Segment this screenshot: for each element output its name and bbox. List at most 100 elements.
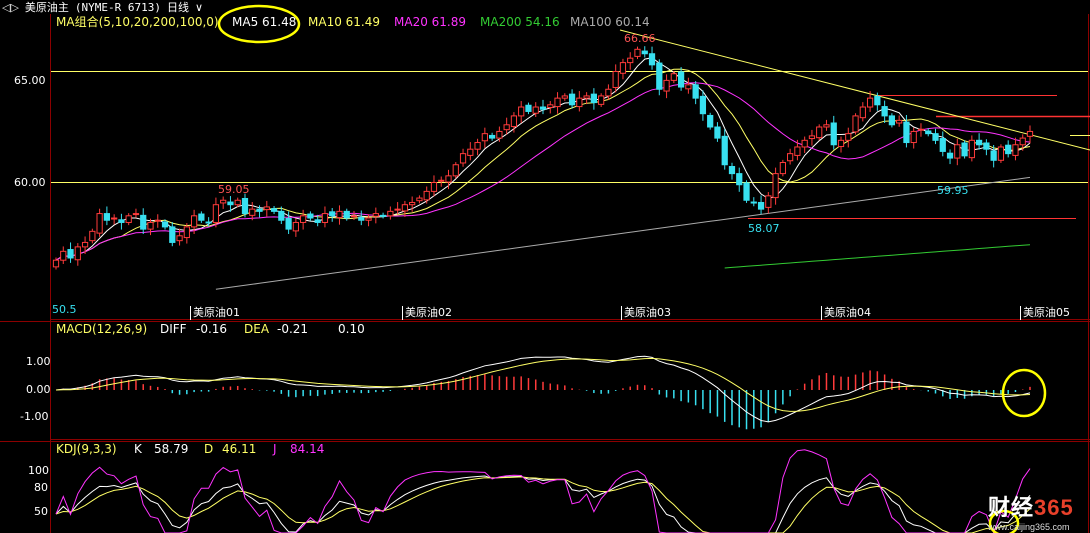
candle-body — [576, 97, 583, 108]
candle-body — [1026, 130, 1034, 137]
candle-body — [830, 122, 837, 146]
candle-body — [605, 88, 612, 97]
ma100-value: MA100 60.14 — [570, 15, 650, 29]
candle-body — [823, 124, 830, 128]
candle-body — [779, 162, 786, 175]
candle-body — [183, 226, 190, 239]
candle-body — [307, 213, 314, 219]
candle-body — [169, 226, 176, 243]
candle-body — [765, 195, 772, 208]
y-tick-60: 60.00 — [14, 176, 46, 189]
kdj-d-line — [55, 476, 1031, 533]
macd-panel: MACD(12,26,9) DIFF -0.16 DEA -0.21 0.10 … — [20, 322, 1047, 430]
candle-body — [598, 95, 605, 105]
ma5-line — [55, 57, 1031, 261]
candle-body — [903, 121, 910, 144]
kdj-j-line — [55, 449, 1031, 533]
kdj-tick-80: 80 — [34, 481, 48, 494]
kdj-d-value: 46.11 — [222, 442, 256, 456]
candle-body — [329, 211, 336, 217]
candle-body — [721, 135, 728, 166]
kdj-j-value: 84.14 — [290, 442, 324, 456]
candle-body — [409, 201, 416, 206]
macd-tick-0: 0.00 — [26, 383, 51, 396]
annotation-left-low: 50.5 — [52, 303, 77, 316]
candle-body — [1019, 137, 1026, 146]
candle-body — [249, 208, 256, 216]
macd-value: 0.10 — [338, 322, 365, 336]
candle-body — [212, 204, 220, 223]
kdj-d-label: D — [204, 442, 213, 456]
candle-body — [350, 215, 358, 218]
candle-body — [714, 126, 721, 139]
candle-body — [227, 201, 234, 206]
annotation-5905: 59.05 — [218, 183, 250, 196]
highlight-circle-macd — [1001, 368, 1047, 418]
candle-body — [489, 134, 496, 139]
x-label-05: 美原油05 — [1023, 305, 1070, 319]
candle-body — [881, 106, 888, 117]
candle-body — [837, 139, 845, 148]
candle-body — [358, 217, 365, 221]
candle-body — [67, 249, 74, 259]
macd-tick-1: 1.00 — [26, 355, 51, 368]
candle-body — [292, 221, 299, 232]
ma20-value: MA20 61.89 — [394, 15, 466, 29]
annotation-low: 58.07 — [748, 222, 780, 235]
candle-body — [743, 182, 750, 201]
candle-body — [205, 221, 212, 224]
x-label-03: 美原油03 — [624, 305, 671, 319]
candle-body — [74, 246, 81, 261]
annotation-high: 66.66 — [624, 32, 656, 45]
candle-body — [874, 95, 881, 106]
ma200-line — [724, 244, 1031, 269]
candle-body — [176, 235, 183, 242]
kdj-tick-50: 50 — [34, 505, 48, 518]
candle-body — [539, 106, 547, 110]
ma200-value: MA200 54.16 — [480, 15, 560, 29]
candle-body — [270, 208, 278, 212]
candle-body — [946, 152, 954, 159]
ma5-value: MA5 61.48 — [232, 15, 296, 29]
candle-body — [445, 175, 452, 183]
candle-body — [256, 208, 263, 212]
candle-body — [976, 139, 983, 146]
candle-body — [394, 208, 401, 211]
candle-body — [125, 215, 132, 223]
watermark-logo: 财经365 www.caijing365.com — [988, 490, 1074, 532]
candle-body — [60, 250, 67, 261]
candle-body — [314, 219, 321, 223]
candle-body — [772, 173, 779, 199]
candle-body — [401, 204, 409, 212]
candle-body — [736, 173, 743, 186]
candle-body — [845, 133, 852, 141]
candle-body — [663, 79, 670, 92]
candle-body — [997, 146, 1005, 161]
candle-body — [503, 124, 510, 131]
candle-body — [888, 115, 896, 126]
candle-body — [452, 164, 459, 177]
kdj-label[interactable]: KDJ(9,3,3) — [56, 442, 117, 456]
candle-body — [379, 214, 387, 217]
macd-label[interactable]: MACD(12,26,9) — [56, 322, 147, 336]
price-chart[interactable]: 65.00 60.00 66.66 59.05 58.07 59.95 50.5… — [0, 0, 1090, 533]
candle-body — [612, 71, 619, 88]
candle-body — [801, 139, 808, 148]
candle-body — [459, 153, 467, 164]
ma-legend-label[interactable]: MA组合(5,10,20,200,100,0) — [56, 14, 219, 29]
annotation-5995: 59.95 — [937, 184, 969, 197]
candle-body — [198, 213, 205, 221]
x-axis-labels: 美原油01 美原油02 美原油03 美原油04 美原油05 — [190, 305, 1070, 320]
candle-body — [52, 259, 60, 268]
x-label-01: 美原油01 — [193, 305, 240, 319]
ma-legend: MA组合(5,10,20,200,100,0) MA5 61.48 MA10 6… — [56, 4, 650, 44]
candle-body — [670, 73, 677, 81]
candle-body — [1012, 144, 1019, 156]
candle-body — [568, 93, 576, 106]
candle-body — [983, 142, 990, 150]
candle-body — [278, 210, 285, 221]
candle-body — [467, 148, 474, 156]
candle-body — [896, 119, 903, 124]
x-label-04: 美原油04 — [824, 305, 871, 319]
candle-body — [111, 217, 118, 220]
